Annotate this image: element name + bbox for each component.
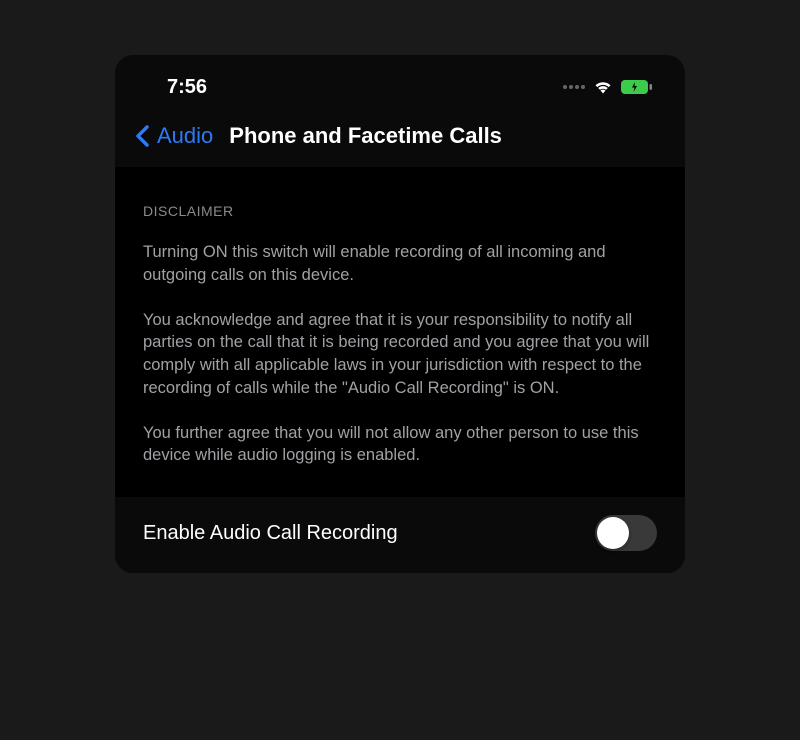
- status-time: 7:56: [167, 76, 207, 99]
- status-icons: [563, 79, 653, 95]
- wifi-icon: [593, 79, 613, 95]
- page-title: Phone and Facetime Calls: [229, 123, 502, 149]
- phone-screen: 7:56 Audio Phone and Facet: [115, 55, 685, 573]
- disclaimer-section: DISCLAIMER Turning ON this switch will e…: [115, 167, 685, 497]
- disclaimer-paragraph-2: You acknowledge and agree that it is you…: [143, 309, 657, 400]
- audio-recording-toggle[interactable]: [595, 515, 657, 551]
- back-chevron-icon[interactable]: [135, 125, 151, 147]
- back-button-label[interactable]: Audio: [157, 123, 213, 149]
- toggle-label: Enable Audio Call Recording: [143, 522, 398, 545]
- toggle-knob: [597, 517, 629, 549]
- signal-dots-icon: [563, 85, 585, 89]
- disclaimer-paragraph-3: You further agree that you will not allo…: [143, 422, 657, 468]
- status-bar: 7:56: [115, 55, 685, 115]
- toggle-row: Enable Audio Call Recording: [115, 497, 685, 573]
- navigation-bar: Audio Phone and Facetime Calls: [115, 115, 685, 167]
- disclaimer-heading: DISCLAIMER: [143, 203, 657, 219]
- disclaimer-paragraph-1: Turning ON this switch will enable recor…: [143, 241, 657, 287]
- battery-charging-icon: [621, 79, 653, 95]
